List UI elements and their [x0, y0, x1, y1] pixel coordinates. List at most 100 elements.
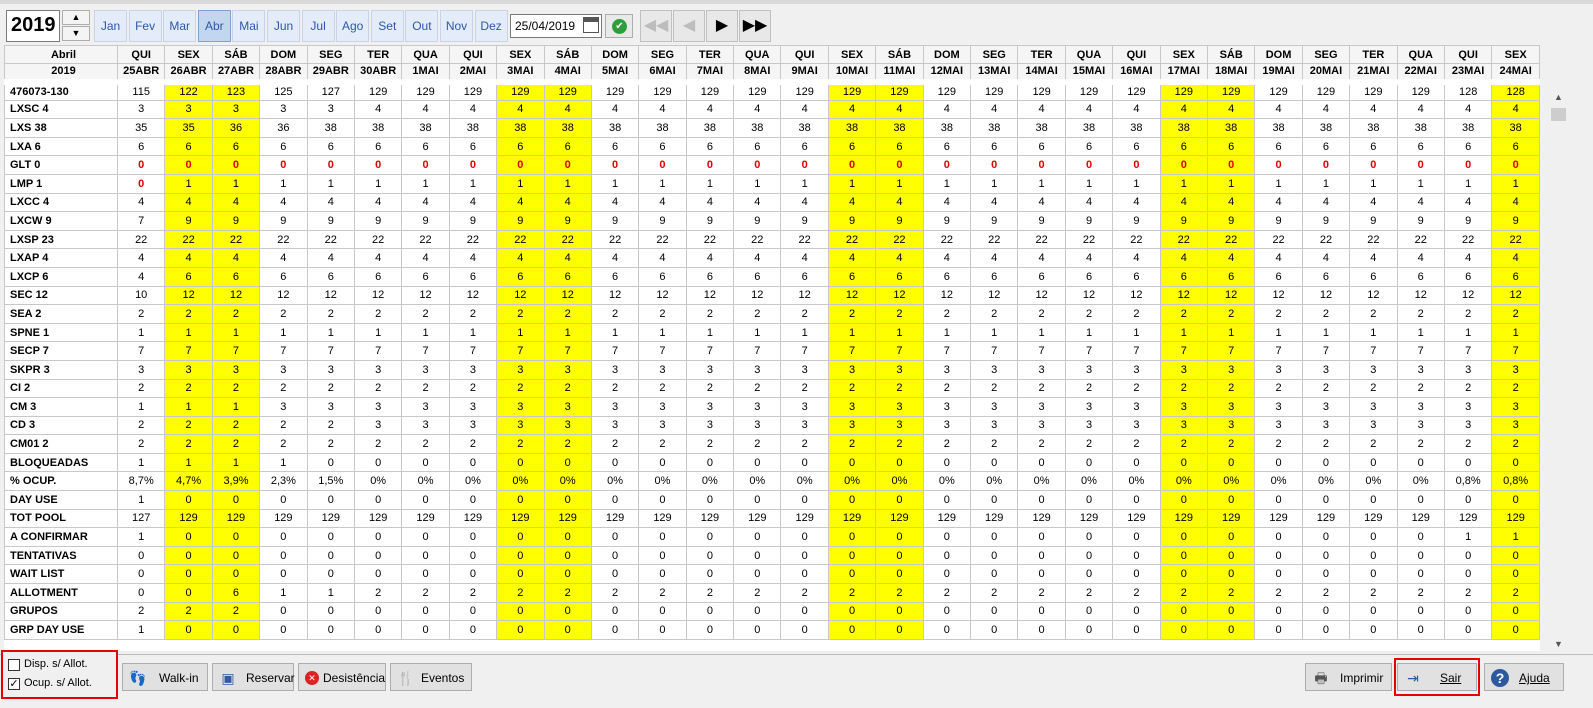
grid-cell[interactable]: 4 — [353, 99, 403, 120]
grid-cell[interactable]: 0 — [1301, 490, 1351, 510]
grid-cell[interactable]: 9 — [733, 211, 782, 231]
grid-cell[interactable]: QUI — [448, 45, 498, 64]
grid-cell[interactable]: 3 — [1396, 415, 1445, 436]
grid-cell[interactable]: 0 — [1491, 155, 1540, 175]
grid-cell[interactable]: 0 — [1206, 601, 1256, 622]
grid-cell[interactable]: 4 — [211, 248, 261, 268]
grid-cell[interactable]: 2 — [1159, 304, 1208, 324]
grid-cell[interactable]: 1 — [1443, 173, 1493, 194]
grid-cell[interactable]: 4 — [306, 248, 355, 268]
month-tab[interactable]: Set — [370, 10, 404, 42]
grid-cell[interactable]: 36 — [259, 118, 308, 138]
grid-cell[interactable]: GRUPOS — [4, 601, 118, 622]
grid-cell[interactable]: 2 — [875, 378, 924, 399]
grid-cell[interactable]: DOM — [1254, 45, 1303, 64]
grid-cell[interactable]: 0 — [211, 545, 261, 566]
grid-cell[interactable]: 9 — [306, 211, 355, 231]
grid-cell[interactable]: 4 — [733, 192, 782, 213]
grid-cell[interactable]: 129 — [401, 508, 450, 529]
grid-cell[interactable]: 38 — [306, 118, 355, 138]
grid-cell[interactable]: 9 — [922, 211, 972, 231]
grid-cell[interactable]: 1 — [211, 173, 261, 194]
grid-cell[interactable]: 4 — [1017, 248, 1066, 268]
grid-cell[interactable]: 12 — [638, 285, 687, 306]
grid-cell[interactable]: 0 — [306, 490, 355, 510]
grid-cell[interactable]: 0 — [448, 620, 498, 640]
grid-cell[interactable]: 4 — [448, 248, 498, 268]
grid-cell[interactable]: 129 — [1396, 78, 1445, 101]
grid-cell[interactable]: 0 — [401, 545, 450, 566]
grid-cell[interactable]: 12 — [590, 285, 640, 306]
grid-cell[interactable]: 0 — [638, 490, 687, 510]
grid-cell[interactable]: 1 — [164, 322, 213, 343]
grid-cell[interactable]: 0 — [590, 490, 640, 510]
grid-cell[interactable]: 2 — [1206, 434, 1256, 454]
grid-cell[interactable]: 2 — [164, 304, 213, 324]
grid-cell[interactable]: 129 — [1301, 78, 1351, 101]
grid-cell[interactable]: CM 3 — [4, 397, 118, 417]
grid-cell[interactable]: 3 — [353, 359, 403, 380]
grid-cell[interactable]: 0 — [1301, 527, 1351, 547]
grid-cell[interactable]: 2 — [353, 378, 403, 399]
grid-cell[interactable]: 1 — [211, 452, 261, 473]
grid-cell[interactable]: 9MAI — [780, 63, 829, 82]
grid-cell[interactable]: 7 — [211, 341, 261, 361]
year-up-button[interactable]: ▲ — [62, 10, 90, 25]
grid-cell[interactable]: 3 — [922, 397, 972, 417]
grid-cell[interactable]: 22 — [733, 229, 782, 250]
grid-cell[interactable]: 0 — [970, 545, 1019, 566]
grid-cell[interactable]: 6 — [1443, 136, 1493, 157]
grid-cell[interactable]: 0 — [164, 564, 213, 585]
grid-cell[interactable]: 0 — [922, 155, 972, 175]
grid-cell[interactable]: 6 — [164, 266, 213, 287]
grid-cell[interactable]: 22MAI — [1396, 63, 1445, 82]
grid-cell[interactable]: 4 — [922, 99, 972, 120]
grid-cell[interactable]: 0 — [590, 601, 640, 622]
grid-cell[interactable]: 4 — [448, 192, 498, 213]
grid-cell[interactable]: 4 — [1206, 192, 1256, 213]
grid-cell[interactable]: 12 — [827, 285, 877, 306]
grid-cell[interactable]: 22 — [685, 229, 735, 250]
grid-cell[interactable]: 0 — [259, 155, 308, 175]
grid-cell[interactable]: 0 — [780, 545, 829, 566]
grid-cell[interactable]: 9 — [353, 211, 403, 231]
grid-cell[interactable]: 0 — [496, 490, 545, 510]
grid-cell[interactable]: 4 — [970, 192, 1019, 213]
grid-cell[interactable]: 0 — [543, 527, 592, 547]
grid-cell[interactable]: 4 — [306, 192, 355, 213]
grid-cell[interactable]: 13MAI — [970, 63, 1019, 82]
grid-cell[interactable]: 0 — [1254, 620, 1303, 640]
grid-cell[interactable]: 6 — [116, 136, 166, 157]
grid-cell[interactable]: 4MAI — [543, 63, 592, 82]
grid-cell[interactable]: 20MAI — [1301, 63, 1351, 82]
grid-cell[interactable]: 0 — [875, 601, 924, 622]
grid-cell[interactable]: 2 — [259, 434, 308, 454]
grid-cell[interactable]: 7 — [733, 341, 782, 361]
grid-cell[interactable]: 0% — [1017, 471, 1066, 492]
grid-cell[interactable]: 2,3% — [259, 471, 308, 492]
grid-cell[interactable]: QUI — [780, 45, 829, 64]
grid-cell[interactable]: 2 — [543, 434, 592, 454]
grid-cell[interactable]: 1 — [116, 490, 166, 510]
grid-cell[interactable]: 0 — [827, 452, 877, 473]
grid-cell[interactable]: 129 — [306, 508, 355, 529]
grid-cell[interactable]: 0 — [306, 527, 355, 547]
grid-cell[interactable]: 2 — [780, 304, 829, 324]
grid-cell[interactable]: 2 — [164, 601, 213, 622]
grid-cell[interactable]: 0% — [1064, 471, 1114, 492]
grid-cell[interactable]: 2 — [922, 434, 972, 454]
grid-cell[interactable]: 2 — [116, 415, 166, 436]
grid-cell[interactable]: 0 — [401, 452, 450, 473]
grid-cell[interactable]: 4 — [1491, 99, 1540, 120]
grid-cell[interactable]: 0 — [922, 527, 972, 547]
grid-cell[interactable]: 0 — [1254, 527, 1303, 547]
grid-cell[interactable]: 0 — [1064, 620, 1114, 640]
grid-cell[interactable]: QUA — [733, 45, 782, 64]
grid-cell[interactable]: 4 — [211, 192, 261, 213]
grid-cell[interactable]: 129 — [827, 508, 877, 529]
month-tab[interactable]: Jun — [267, 10, 300, 42]
grid-cell[interactable]: 1 — [116, 620, 166, 640]
grid-cell[interactable]: 2 — [1064, 583, 1114, 603]
grid-cell[interactable]: 115 — [116, 78, 166, 101]
grid-cell[interactable]: 128 — [1443, 78, 1493, 101]
